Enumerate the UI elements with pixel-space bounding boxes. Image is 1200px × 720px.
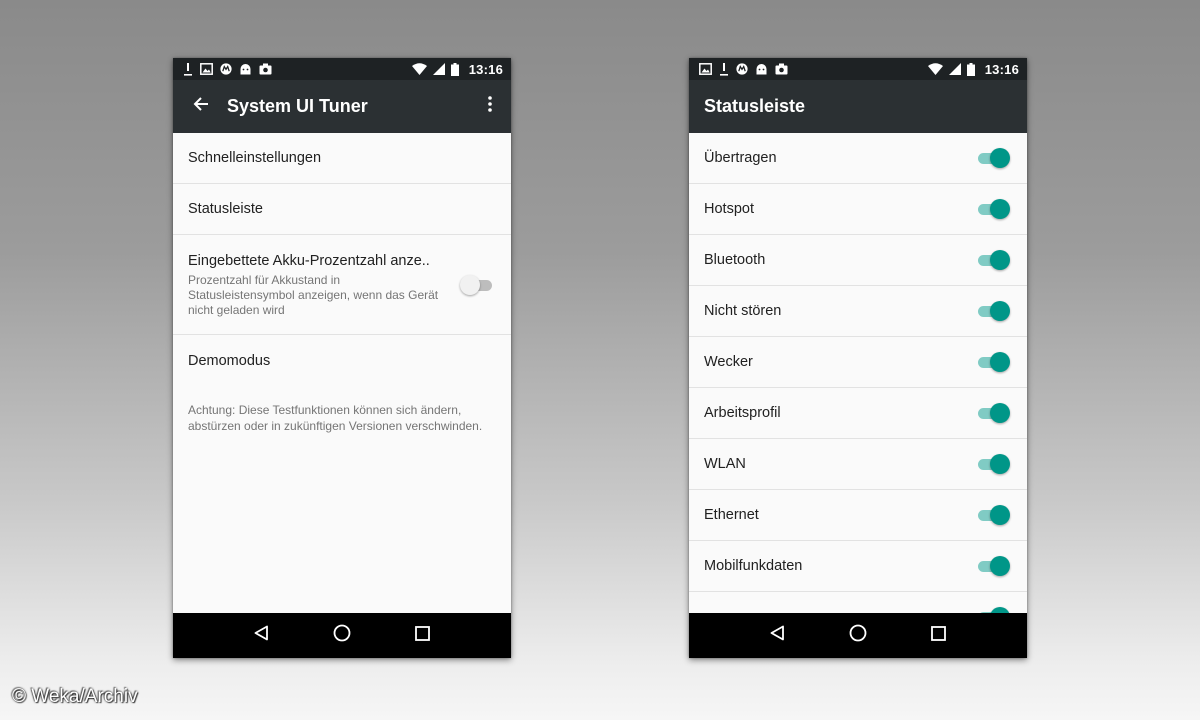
signal-icon bbox=[948, 63, 961, 75]
toggle-row-arbeitsprofil[interactable]: Arbeitsprofil bbox=[689, 388, 1027, 439]
nav-home-button[interactable] bbox=[838, 616, 878, 656]
toggle-row-ethernet[interactable]: Ethernet bbox=[689, 490, 1027, 541]
status-bar: 13:16 bbox=[173, 58, 511, 80]
settings-item-label: Demomodus bbox=[188, 353, 271, 369]
status-time: 13:16 bbox=[468, 61, 503, 77]
back-triangle-icon bbox=[769, 625, 785, 646]
recents-square-icon bbox=[415, 625, 431, 646]
status-bar: 13:16 bbox=[689, 58, 1027, 80]
mobilfunkdaten-switch[interactable] bbox=[976, 556, 1010, 576]
switch-thumb bbox=[460, 274, 480, 295]
switch-thumb bbox=[990, 148, 1010, 168]
uebertragen-switch[interactable] bbox=[976, 148, 1010, 168]
toggle-row-partial[interactable] bbox=[689, 592, 1027, 613]
android-icon bbox=[755, 63, 768, 75]
bluetooth-switch[interactable] bbox=[976, 250, 1010, 270]
toggle-label: WLAN bbox=[704, 456, 746, 472]
hotspot-switch[interactable] bbox=[976, 199, 1010, 219]
wlan-switch[interactable] bbox=[976, 454, 1010, 474]
settings-item-schnelleinstellungen[interactable]: Schnelleinstellungen bbox=[173, 133, 511, 184]
download-icon bbox=[183, 62, 193, 76]
toggle-label: Wecker bbox=[704, 354, 753, 370]
navigation-bar bbox=[689, 613, 1027, 658]
overflow-menu-button[interactable] bbox=[469, 80, 511, 133]
toggle-label: Mobilfunkdaten bbox=[704, 558, 803, 574]
nav-recents-button[interactable] bbox=[403, 616, 443, 656]
recents-square-icon bbox=[931, 625, 947, 646]
warning-note: Achtung: Diese Testfunktionen können sic… bbox=[188, 403, 483, 433]
home-circle-icon bbox=[333, 624, 351, 647]
switch-thumb bbox=[990, 301, 1010, 321]
motorola-icon bbox=[220, 63, 232, 75]
settings-item-statusleiste[interactable]: Statusleiste bbox=[173, 184, 511, 235]
settings-item-summary: Prozentzahl für Akkustand in Statusleist… bbox=[188, 273, 439, 317]
navigation-bar bbox=[173, 613, 511, 658]
back-triangle-icon bbox=[253, 625, 269, 646]
image-icon bbox=[699, 63, 712, 75]
toggle-label: Übertragen bbox=[704, 150, 777, 166]
settings-list: Schnelleinstellungen Statusleiste Eingeb… bbox=[173, 133, 511, 613]
switch-thumb bbox=[990, 352, 1010, 372]
camera-icon bbox=[775, 63, 788, 75]
more-vert-icon bbox=[488, 96, 492, 117]
nav-back-button[interactable] bbox=[241, 616, 281, 656]
settings-item-label: Statusleiste bbox=[188, 201, 263, 217]
signal-icon bbox=[432, 63, 445, 75]
toggle-row-mobilfunkdaten[interactable]: Mobilfunkdaten bbox=[689, 541, 1027, 592]
toggle-label: Hotspot bbox=[704, 201, 754, 217]
toggle-label: Nicht stören bbox=[704, 303, 782, 319]
page-title: Statusleiste bbox=[704, 96, 806, 116]
ethernet-switch[interactable] bbox=[976, 505, 1010, 525]
nav-recents-button[interactable] bbox=[919, 616, 959, 656]
settings-item-demomodus[interactable]: Demomodus bbox=[173, 335, 511, 387]
copyright-watermark: © Weka/Archiv bbox=[12, 686, 138, 707]
toggle-label: Ethernet bbox=[704, 507, 759, 523]
nav-home-button[interactable] bbox=[322, 616, 362, 656]
settings-item-label: Eingebettete Akku-Prozentzahl anze.. bbox=[188, 253, 430, 269]
wifi-icon bbox=[927, 63, 943, 75]
motorola-icon bbox=[736, 63, 748, 75]
nav-back-button[interactable] bbox=[757, 616, 797, 656]
toggle-row-uebertragen[interactable]: Übertragen bbox=[689, 133, 1027, 184]
toggle-row-bluetooth[interactable]: Bluetooth bbox=[689, 235, 1027, 286]
statusbar-toggle-list: Übertragen Hotspot Bluetooth Nicht störe… bbox=[689, 133, 1027, 613]
status-time: 13:16 bbox=[984, 61, 1019, 77]
switch-thumb bbox=[990, 199, 1010, 219]
switch-thumb bbox=[990, 556, 1010, 576]
toggle-row-wecker[interactable]: Wecker bbox=[689, 337, 1027, 388]
android-icon bbox=[239, 63, 252, 75]
toggle-row-wlan[interactable]: WLAN bbox=[689, 439, 1027, 490]
battery-percentage-switch[interactable] bbox=[460, 274, 494, 295]
arrow-back-icon bbox=[193, 96, 209, 117]
back-button[interactable] bbox=[175, 80, 227, 133]
nicht-stoeren-switch[interactable] bbox=[976, 301, 1010, 321]
toggle-label: Bluetooth bbox=[704, 252, 766, 268]
wifi-icon bbox=[411, 63, 427, 75]
toggle-label: Arbeitsprofil bbox=[704, 405, 781, 421]
settings-item-battery-percentage[interactable]: Eingebettete Akku-Prozentzahl anze.. Pro… bbox=[173, 235, 511, 335]
switch-thumb bbox=[990, 403, 1010, 423]
download-icon bbox=[719, 62, 729, 76]
page-title: System UI Tuner bbox=[227, 96, 368, 116]
arbeitsprofil-switch[interactable] bbox=[976, 403, 1010, 423]
switch-thumb bbox=[990, 454, 1010, 474]
battery-icon bbox=[450, 62, 459, 76]
toggle-row-hotspot[interactable]: Hotspot bbox=[689, 184, 1027, 235]
camera-icon bbox=[259, 63, 272, 75]
wecker-switch[interactable] bbox=[976, 352, 1010, 372]
image-icon bbox=[200, 63, 213, 75]
phone-screen-statusleiste: 13:16 Statusleiste Übertragen Hotspot Bl… bbox=[689, 58, 1027, 658]
toggle-row-nicht-stoeren[interactable]: Nicht stören bbox=[689, 286, 1027, 337]
phone-screen-system-ui-tuner: 13:16 System UI Tuner Schnelleinstellung… bbox=[173, 58, 511, 658]
home-circle-icon bbox=[849, 624, 867, 647]
app-bar: System UI Tuner bbox=[173, 80, 511, 133]
switch-thumb bbox=[990, 505, 1010, 525]
app-bar: Statusleiste bbox=[689, 80, 1027, 133]
settings-item-label: Schnelleinstellungen bbox=[188, 150, 322, 166]
battery-icon bbox=[966, 62, 975, 76]
switch-thumb bbox=[990, 250, 1010, 270]
